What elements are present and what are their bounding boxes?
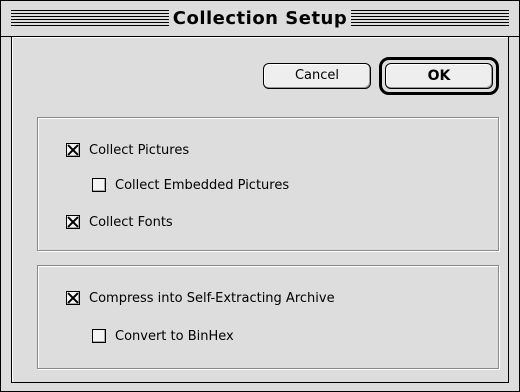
collect-pictures-checkbox[interactable] [66,143,80,157]
collect-pictures-label: Collect Pictures [89,142,190,158]
collect-pictures-option[interactable]: Collect Pictures [66,141,189,159]
title-bar[interactable]: Collection Setup [1,1,519,37]
convert-binhex-checkbox[interactable] [92,329,106,343]
collect-embedded-pictures-option[interactable]: Collect Embedded Pictures [92,176,289,194]
collect-fonts-option[interactable]: Collect Fonts [66,213,173,231]
ok-button[interactable]: OK [385,63,493,89]
compress-archive-label: Compress into Self-Extracting Archive [89,290,335,306]
archive-options-group [37,265,499,369]
collect-embedded-pictures-label: Collect Embedded Pictures [115,177,290,193]
compress-archive-checkbox[interactable] [66,291,80,305]
cancel-button[interactable]: Cancel [263,63,371,89]
title-bar-stripes-right [351,10,509,28]
ok-button-default-ring: OK [379,57,499,95]
collection-setup-dialog: Collection Setup Cancel OK Collect Pictu… [0,0,520,392]
convert-binhex-option[interactable]: Convert to BinHex [92,327,234,345]
collect-embedded-pictures-checkbox[interactable] [92,178,106,192]
collect-fonts-checkbox[interactable] [66,215,80,229]
collect-fonts-label: Collect Fonts [89,214,173,230]
title-bar-stripes-left [11,10,169,28]
dialog-title: Collection Setup [169,6,351,32]
convert-binhex-label: Convert to BinHex [115,328,234,344]
compress-archive-option[interactable]: Compress into Self-Extracting Archive [66,289,335,307]
